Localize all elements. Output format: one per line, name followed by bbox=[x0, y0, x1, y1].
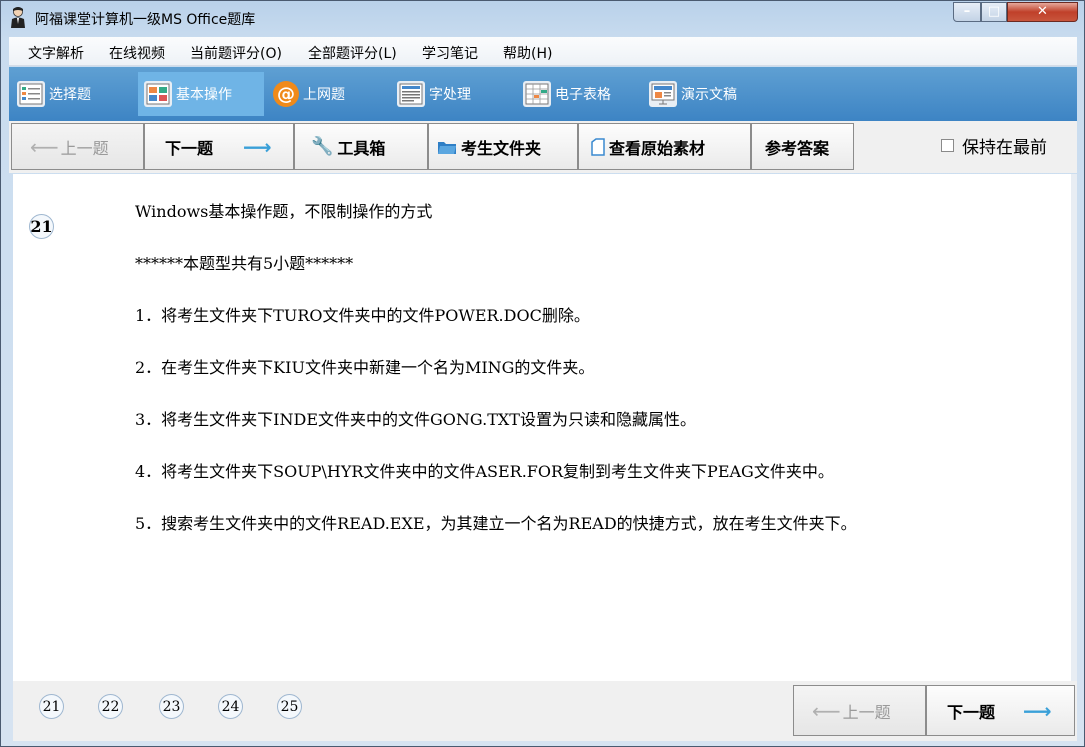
keep-on-top-label: 保持在最前 bbox=[962, 138, 1047, 158]
person-icon bbox=[11, 7, 25, 28]
action-toolbar: ⟵ 上一题 下一题 ⟶ 🔧 工具箱 考生文件夹 查看原始素材 参考答案 保持在最… bbox=[9, 121, 1077, 173]
prev-question-button[interactable]: ⟵ 上一题 bbox=[11, 123, 144, 170]
question-item-4: 4．将考生文件夹下SOUP\HYR文件夹中的文件ASER.FOR复制到考生文件夹… bbox=[135, 462, 834, 481]
at-icon: @ bbox=[273, 81, 299, 107]
tab-presentation[interactable]: 演示文稿 bbox=[643, 72, 763, 116]
content-scrollbar[interactable] bbox=[1071, 174, 1077, 681]
tab-spreadsheet-label: 电子表格 bbox=[555, 87, 611, 103]
question-item-2: 2．在考生文件夹下KIU文件夹中新建一个名为MING的文件夹。 bbox=[135, 358, 595, 377]
tab-word-label: 字处理 bbox=[429, 87, 471, 103]
keep-on-top-checkbox[interactable] bbox=[941, 139, 954, 152]
menu-score-all[interactable]: 全部题评分(L) bbox=[308, 43, 397, 63]
wrench-icon: 🔧 bbox=[311, 136, 334, 157]
minimize-icon: – bbox=[963, 4, 971, 19]
word-icon bbox=[397, 81, 425, 107]
bottom-bar: 21 22 23 24 25 ⟵ 上一题 下一题 ⟶ bbox=[13, 681, 1077, 741]
window-title: 阿福课堂计算机一级MS Office题库 bbox=[35, 12, 256, 28]
question-count: ******本题型共有5小题****** bbox=[135, 254, 354, 273]
minimize-button[interactable]: – bbox=[953, 2, 981, 22]
menu-online-video[interactable]: 在线视频 bbox=[109, 43, 165, 63]
category-bar: 选择题 基本操作 @ 上网题 字处理 电子表格 演示文稿 bbox=[9, 67, 1077, 121]
menu-bar: 文字解析 在线视频 当前题评分(O) 全部题评分(L) 学习笔记 帮助(H) bbox=[9, 37, 1077, 66]
menu-help[interactable]: 帮助(H) bbox=[503, 43, 552, 63]
question-item-3: 3．将考生文件夹下INDE文件夹中的文件GONG.TXT设置为只读和隐藏属性。 bbox=[135, 410, 696, 429]
question-panel: 21 Windows基本操作题，不限制操作的方式 ******本题型共有5小题*… bbox=[13, 174, 1071, 681]
tab-word[interactable]: 字处理 bbox=[391, 72, 511, 116]
menu-notes[interactable]: 学习笔记 bbox=[422, 43, 478, 63]
maximize-button[interactable]: □ bbox=[981, 2, 1007, 22]
basic-ops-icon bbox=[144, 81, 172, 107]
close-icon: ✕ bbox=[1037, 4, 1048, 19]
question-item-5: 5．搜索考生文件夹中的文件READ.EXE，为其建立一个名为READ的快捷方式，… bbox=[135, 514, 857, 533]
arrow-left-icon: ⟵ bbox=[812, 698, 841, 723]
tab-spreadsheet[interactable]: 电子表格 bbox=[517, 72, 637, 116]
tab-presentation-label: 演示文稿 bbox=[681, 87, 737, 103]
arrow-left-icon: ⟵ bbox=[30, 134, 59, 159]
toolbox-label: 工具箱 bbox=[337, 138, 386, 158]
next-question-label: 下一题 bbox=[165, 138, 214, 158]
choice-icon bbox=[17, 81, 45, 107]
exam-folder-label: 考生文件夹 bbox=[461, 138, 542, 158]
question-item-1: 1．将考生文件夹下TURO文件夹中的文件POWER.DOC删除。 bbox=[135, 306, 590, 325]
tab-choice[interactable]: 选择题 bbox=[11, 72, 131, 116]
view-source-label: 查看原始素材 bbox=[609, 138, 706, 158]
tab-internet-label: 上网题 bbox=[303, 87, 345, 103]
question-heading: Windows基本操作题，不限制操作的方式 bbox=[135, 202, 433, 221]
bottom-next-button[interactable]: 下一题 ⟶ bbox=[926, 685, 1075, 736]
exam-folder-button[interactable]: 考生文件夹 bbox=[428, 123, 578, 170]
bottom-prev-label: 上一题 bbox=[842, 702, 891, 722]
page-23[interactable]: 23 bbox=[159, 694, 184, 719]
tab-basic-ops[interactable]: 基本操作 bbox=[138, 72, 264, 116]
page-25[interactable]: 25 bbox=[277, 694, 302, 719]
bottom-next-label: 下一题 bbox=[947, 702, 996, 722]
folder-icon bbox=[438, 141, 456, 154]
maximize-icon: □ bbox=[987, 4, 1001, 19]
spreadsheet-icon bbox=[523, 81, 551, 107]
page-24[interactable]: 24 bbox=[218, 694, 243, 719]
reference-answer-button[interactable]: 参考答案 bbox=[751, 123, 854, 170]
menu-text-analysis[interactable]: 文字解析 bbox=[28, 43, 84, 63]
bottom-prev-button[interactable]: ⟵ 上一题 bbox=[793, 685, 926, 736]
presentation-icon bbox=[649, 81, 677, 107]
prev-question-label: 上一题 bbox=[60, 138, 109, 158]
app-window: 阿福课堂计算机一级MS Office题库 – □ ✕ 文字解析 在线视频 当前题… bbox=[0, 0, 1085, 747]
next-question-button[interactable]: 下一题 ⟶ bbox=[144, 123, 294, 170]
close-button[interactable]: ✕ bbox=[1007, 2, 1078, 22]
tab-internet[interactable]: @ 上网题 bbox=[267, 72, 387, 116]
document-icon bbox=[591, 137, 605, 156]
page-21[interactable]: 21 bbox=[39, 694, 64, 719]
title-bar: 阿福课堂计算机一级MS Office题库 – □ ✕ bbox=[1, 1, 1084, 33]
arrow-right-icon: ⟶ bbox=[1023, 698, 1052, 723]
question-number-badge: 21 bbox=[29, 214, 54, 239]
view-source-button[interactable]: 查看原始素材 bbox=[578, 123, 751, 170]
keep-on-top-toggle[interactable]: 保持在最前 bbox=[941, 133, 1047, 158]
tab-choice-label: 选择题 bbox=[49, 87, 91, 103]
arrow-right-icon: ⟶ bbox=[243, 134, 272, 159]
menu-score-current[interactable]: 当前题评分(O) bbox=[190, 43, 282, 63]
toolbox-button[interactable]: 🔧 工具箱 bbox=[294, 123, 428, 170]
reference-answer-label: 参考答案 bbox=[765, 138, 830, 158]
page-22[interactable]: 22 bbox=[98, 694, 123, 719]
tab-basic-ops-label: 基本操作 bbox=[176, 87, 232, 103]
